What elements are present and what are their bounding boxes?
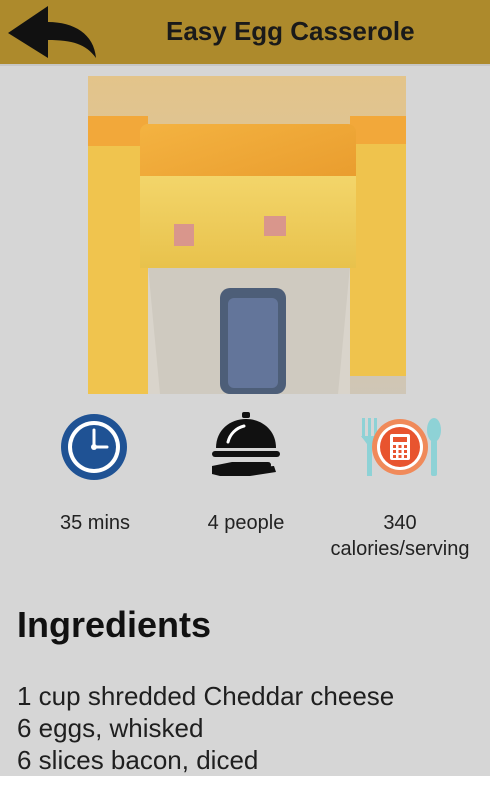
prep-time-label: 35 mins xyxy=(59,512,131,534)
servings-label: 4 people xyxy=(207,512,285,534)
list-item: 6 eggs, whisked xyxy=(17,713,204,743)
recipe-photo xyxy=(88,76,406,394)
ingredients-list: 1 cup shredded Cheddar cheese 6 eggs, wh… xyxy=(17,680,394,776)
serving-cloche-icon xyxy=(212,412,280,476)
back-arrow-icon xyxy=(8,6,96,58)
calories-label: 340 calories/serving xyxy=(318,510,482,562)
casserole-image xyxy=(88,76,406,394)
calories-unit: calories/serving xyxy=(330,538,470,560)
page-title: Easy Egg Casserole xyxy=(166,16,415,46)
ingredients-heading: Ingredients xyxy=(17,604,212,645)
app-header: Easy Egg Casserole xyxy=(0,0,490,66)
recipe-screen: Easy Egg Casserole 35 mins 4 people 340 … xyxy=(0,0,490,776)
calorie-calculator-icon xyxy=(361,418,441,476)
clock-icon xyxy=(61,414,127,480)
back-button[interactable] xyxy=(4,2,100,62)
calories-value: 340 xyxy=(383,512,417,534)
list-item: 6 slices bacon, diced xyxy=(17,745,259,775)
list-item: 1 cup shredded Cheddar cheese xyxy=(17,681,395,711)
